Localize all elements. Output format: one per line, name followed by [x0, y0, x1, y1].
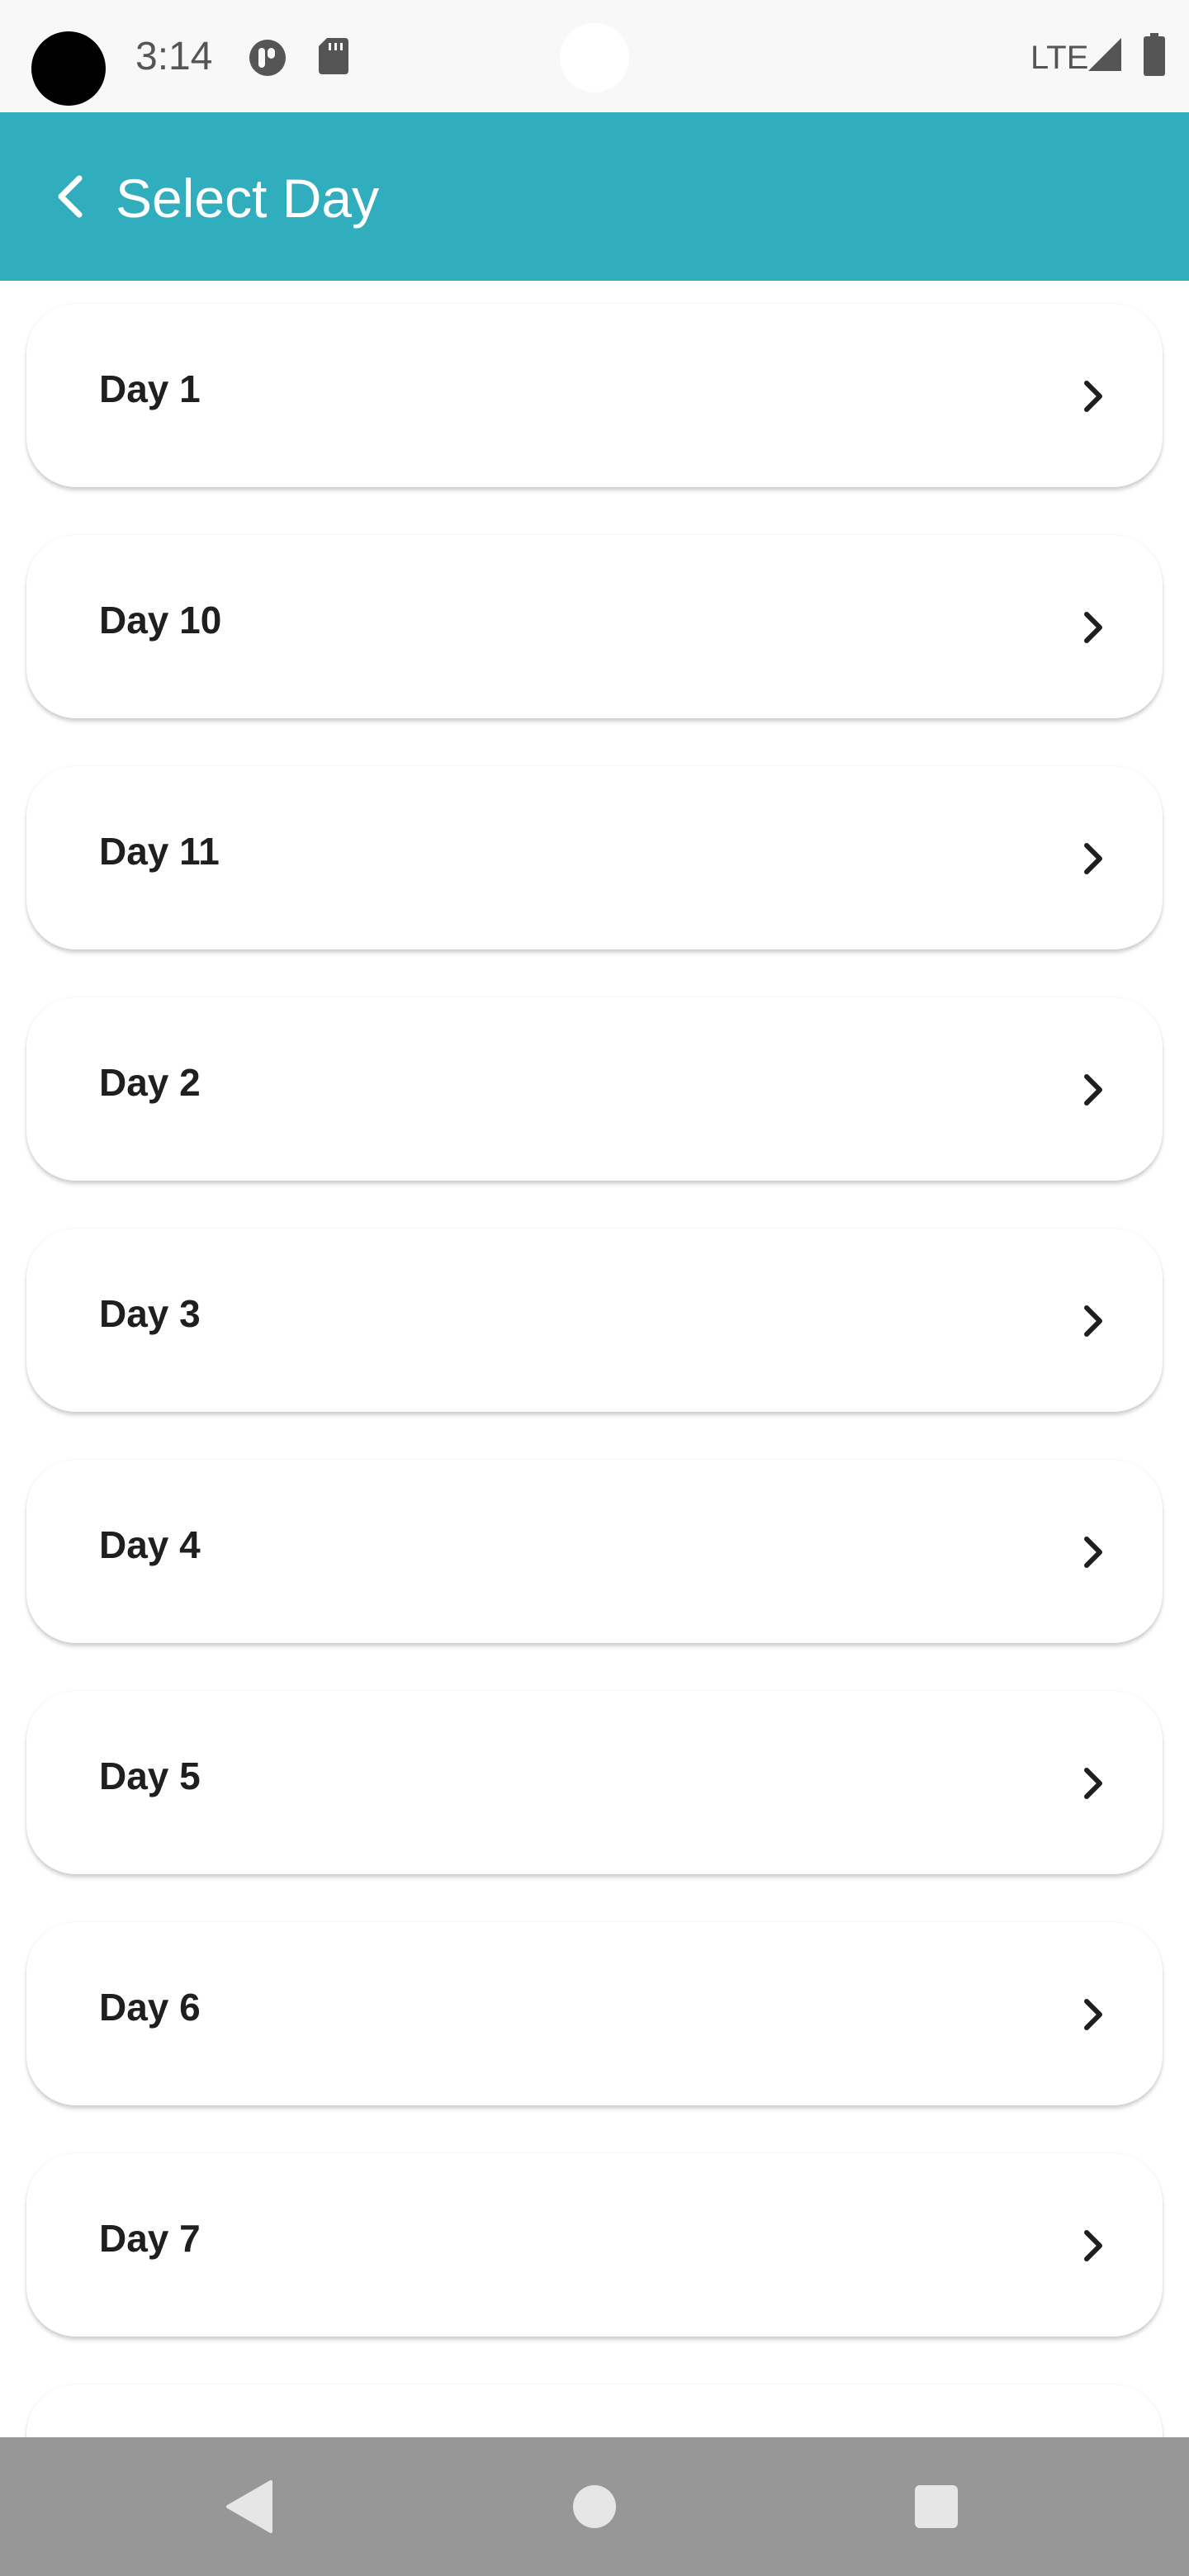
day-label: Day 1 — [99, 367, 201, 410]
back-icon[interactable] — [223, 2479, 276, 2535]
list-item-day-4[interactable]: Day 4 — [26, 1460, 1163, 1643]
chevron-right-icon — [1084, 1537, 1102, 1568]
day-label: Day 10 — [99, 599, 222, 642]
app-bar: Select Day — [0, 112, 1189, 281]
chevron-right-icon — [1084, 1768, 1102, 1799]
chevron-right-icon — [1084, 381, 1102, 412]
network-type: LTE — [1030, 40, 1089, 76]
camera-cutout — [31, 31, 106, 106]
punch-hole-camera — [560, 23, 629, 92]
chevron-right-icon — [1084, 612, 1102, 643]
list-item-day-11[interactable]: Day 11 — [26, 766, 1163, 949]
battery-icon — [1144, 33, 1165, 76]
list-item-day-1[interactable]: Day 1 — [26, 304, 1163, 487]
app-notification-icon — [249, 40, 286, 76]
list-item-day-7[interactable]: Day 7 — [26, 2153, 1163, 2337]
day-list: Day 1 Day 10 Day 11 Day 2 Day 3 Day 4 Da… — [0, 281, 1189, 2437]
chevron-right-icon — [1084, 1999, 1102, 2030]
status-time: 3:14 — [135, 35, 213, 78]
page-title: Select Day — [116, 168, 380, 229]
recents-icon[interactable] — [915, 2485, 958, 2528]
list-item-day-3[interactable]: Day 3 — [26, 1229, 1163, 1412]
day-label: Day 5 — [99, 1754, 201, 1797]
chevron-right-icon — [1084, 1305, 1102, 1337]
day-label: Day 11 — [99, 830, 220, 873]
list-item-day-5[interactable]: Day 5 — [26, 1691, 1163, 1874]
back-button[interactable] — [30, 155, 112, 238]
list-item-day-10[interactable]: Day 10 — [26, 535, 1163, 718]
chevron-right-icon — [1084, 843, 1102, 874]
day-label: Day 6 — [99, 1986, 201, 2029]
day-label: Day 7 — [99, 2217, 201, 2260]
day-label: Day 2 — [99, 1061, 201, 1104]
sd-card-icon — [319, 38, 348, 74]
arrow-back-icon — [58, 175, 83, 218]
list-item-day-6[interactable]: Day 6 — [26, 1922, 1163, 2105]
list-item-partial[interactable] — [26, 2384, 1163, 2437]
screen: 3:14 LTE Select Day Day 1 Day 10 Day 11 … — [0, 0, 1189, 2576]
list-item-day-2[interactable]: Day 2 — [26, 997, 1163, 1181]
system-navigation-bar — [0, 2437, 1189, 2576]
chevron-right-icon — [1084, 2230, 1102, 2261]
day-label: Day 4 — [99, 1523, 201, 1566]
chevron-right-icon — [1084, 1074, 1102, 1106]
day-label: Day 3 — [99, 1292, 201, 1335]
status-bar: 3:14 LTE — [0, 0, 1189, 112]
home-icon[interactable] — [573, 2485, 616, 2528]
signal-icon — [1088, 38, 1121, 71]
